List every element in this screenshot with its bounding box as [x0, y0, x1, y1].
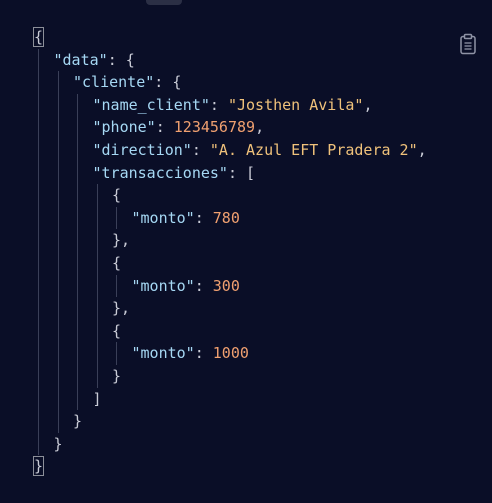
code-line: "cliente": { — [73, 71, 181, 93]
json-punctuation: : { — [107, 50, 135, 69]
json-key: "data" — [53, 50, 108, 69]
json-number: 780 — [212, 208, 240, 227]
json-punctuation: , — [417, 141, 427, 159]
code-line: }, — [112, 229, 130, 251]
json-key: "transacciones" — [92, 163, 228, 182]
code-line: ] — [93, 388, 102, 410]
json-string: "Josthen Avila" — [227, 95, 364, 114]
json-punctuation: } — [32, 456, 45, 477]
code-line: } — [112, 365, 121, 387]
code-line: "direction": "A. Azul EFT Pradera 2", — [93, 139, 427, 161]
json-key: "monto" — [131, 208, 195, 227]
json-punctuation: , — [255, 118, 265, 137]
json-number: 300 — [212, 276, 240, 295]
json-punctuation: : — [191, 141, 210, 159]
json-punctuation: { — [32, 27, 45, 47]
json-punctuation: : — [194, 208, 213, 227]
code-line: "monto": 1000 — [132, 342, 249, 364]
indent-guide — [116, 342, 117, 365]
code-line: { — [32, 26, 45, 48]
indent-guide — [77, 93, 78, 411]
json-punctuation: : — [155, 118, 174, 137]
json-punctuation: { — [112, 186, 122, 205]
json-key: "cliente" — [73, 73, 155, 92]
code-line: "data": { — [54, 49, 135, 71]
json-punctuation: : — [194, 344, 213, 363]
json-punctuation: , — [363, 95, 373, 114]
json-key: "monto" — [131, 344, 195, 363]
code-line: "monto": 300 — [132, 275, 240, 297]
code-line: } — [73, 410, 82, 432]
code-line: "transacciones": [ — [93, 162, 256, 184]
top-tab-handle[interactable] — [146, 0, 182, 5]
json-viewer: {"data": {"cliente": {"name_client": "Jo… — [0, 0, 492, 503]
code-line: "monto": 780 — [132, 207, 240, 229]
clipboard-icon — [460, 33, 476, 55]
json-punctuation: : [ — [227, 163, 256, 182]
indent-guide — [96, 184, 98, 388]
json-punctuation: } — [73, 412, 83, 431]
json-number: 123456789 — [173, 118, 256, 137]
json-punctuation: } — [112, 367, 122, 385]
json-key: "phone" — [92, 118, 156, 137]
json-key: "monto" — [131, 276, 195, 295]
json-key: "direction" — [92, 141, 192, 159]
json-punctuation: ] — [92, 389, 102, 408]
indent-guide — [57, 71, 59, 433]
json-punctuation: { — [112, 254, 122, 272]
json-punctuation: }, — [112, 231, 131, 250]
code-line: { — [112, 184, 121, 206]
json-punctuation: : { — [154, 73, 182, 92]
json-number: 1000 — [212, 344, 249, 363]
code-line: "name_client": "Josthen Avila", — [93, 94, 373, 116]
json-key: "name_client" — [92, 95, 210, 114]
code-line: }, — [112, 297, 130, 319]
json-punctuation: : — [209, 95, 228, 114]
code-line: "phone": 123456789, — [93, 116, 265, 138]
indent-guide — [116, 274, 117, 298]
json-punctuation: : — [194, 276, 213, 295]
code-line: { — [112, 252, 121, 274]
code-line: } — [32, 455, 45, 477]
code-line: { — [112, 320, 121, 342]
indent-guide — [38, 48, 39, 456]
indent-guide — [116, 206, 117, 230]
json-punctuation: }, — [112, 299, 131, 318]
copy-button[interactable] — [458, 33, 478, 55]
code-line: } — [54, 433, 63, 455]
json-string: "A. Azul EFT Pradera 2" — [209, 141, 418, 159]
json-punctuation: { — [112, 321, 122, 340]
json-punctuation: } — [53, 434, 63, 453]
